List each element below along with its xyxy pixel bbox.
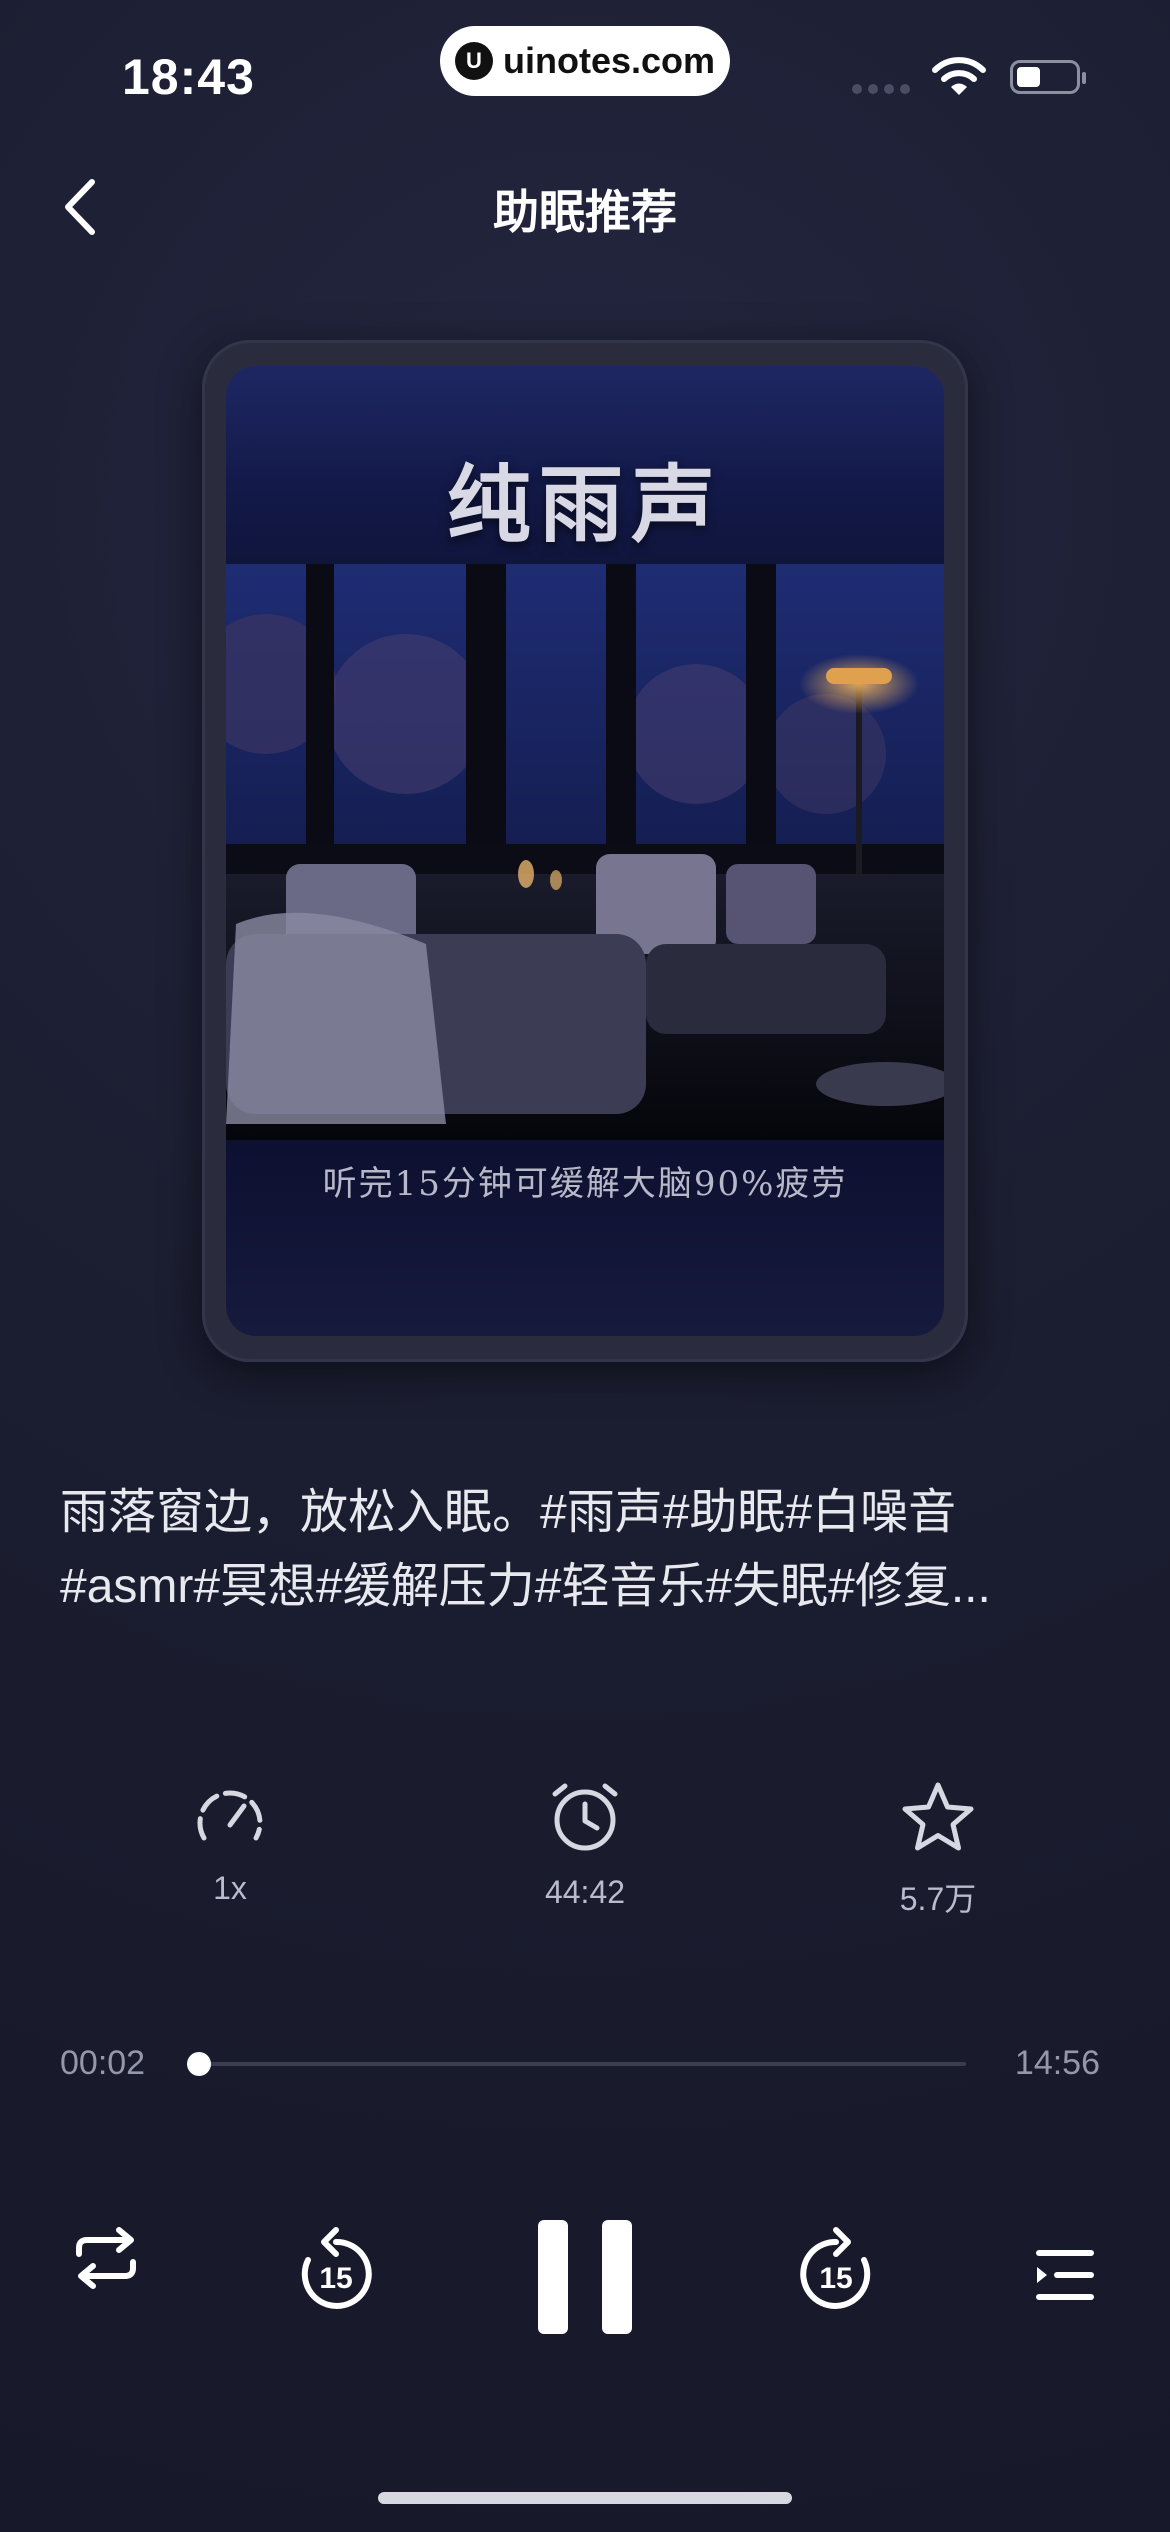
pause-button[interactable] — [536, 2218, 634, 2336]
rewind-15-label: 15 — [319, 2262, 352, 2295]
cover-title: 纯雨声 — [446, 455, 723, 554]
total-time: 14:56 — [1014, 2044, 1100, 2082]
speedometer-icon — [197, 1790, 263, 1841]
status-time: 18:43 — [122, 49, 255, 105]
page-title: 助眠推荐 — [493, 186, 677, 238]
progress-thumb[interactable] — [187, 2052, 212, 2076]
forward-15-label: 15 — [819, 2262, 852, 2295]
speed-label: 1x — [213, 1870, 247, 1906]
wifi-icon — [932, 57, 986, 95]
uinotes-logo-icon: U — [454, 42, 493, 80]
cover-rainy-window-illustration — [226, 564, 944, 1140]
forward-15-icon: 15 — [800, 2227, 871, 2309]
home-indicator[interactable] — [378, 2492, 792, 2504]
repeat-icon — [76, 2227, 136, 2289]
cellular-icon — [852, 84, 916, 94]
favorite-count: 5.7万 — [899, 1881, 977, 1917]
battery-icon — [1010, 60, 1086, 94]
pause-icon — [538, 2220, 632, 2334]
playlist-button[interactable] — [1030, 2240, 1100, 2310]
timer-control[interactable]: 44:42 — [495, 1780, 675, 1911]
watermark-badge: U uinotes.com — [440, 26, 730, 96]
watermark-text: uinotes.com — [502, 40, 716, 81]
track-description: 雨落窗边，放松入眠。#雨声#助眠#白噪音#asmr#冥想#缓解压力#轻音乐#失眠… — [60, 1486, 991, 1613]
rewind-15-icon: 15 — [301, 2227, 372, 2309]
album-cover[interactable]: 纯雨声 听完15分钟可缓解大脑90%疲劳 — [226, 366, 944, 1336]
favorite-control[interactable]: 5.7万 — [848, 1780, 1028, 1920]
playlist-icon — [1036, 2250, 1094, 2300]
current-time: 00:02 — [60, 2044, 146, 2082]
cover-caption: 听完15分钟可缓解大脑90%疲劳 — [322, 1164, 848, 1204]
speed-control[interactable]: 1x — [140, 1780, 320, 1907]
alarm-clock-icon — [552, 1783, 618, 1851]
timer-label: 44:42 — [544, 1874, 626, 1910]
star-icon — [902, 1782, 974, 1851]
rewind-15-button[interactable]: 15 — [294, 2226, 378, 2316]
repeat-button[interactable] — [66, 2218, 146, 2298]
progress-track[interactable] — [190, 2062, 966, 2066]
forward-15-button[interactable]: 15 — [794, 2226, 878, 2316]
